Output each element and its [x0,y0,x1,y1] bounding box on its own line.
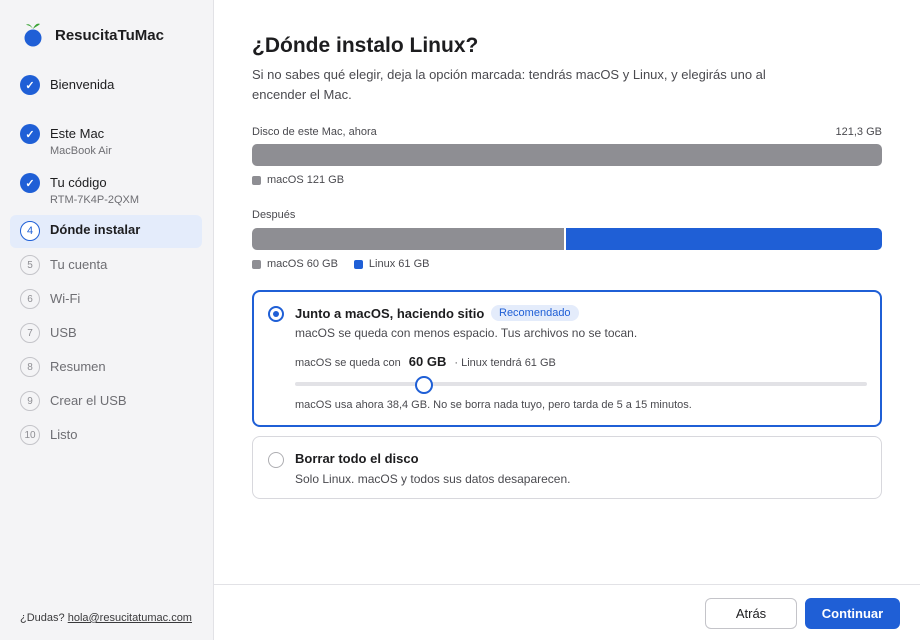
step-bienvenida[interactable]: ✓ Bienvenida [10,68,202,117]
apple-logo-icon [24,23,42,47]
step-number: 8 [20,357,40,377]
step-listo: 10 Listo [10,418,202,452]
step-number: 10 [20,425,40,445]
step-label: Bienvenida [50,77,115,92]
recommended-badge: Recomendado [491,305,579,321]
disk-after-legend: macOS 60 GB Linux 61 GB [252,258,445,270]
legend-swatch [252,259,261,269]
option-description: macOS se queda con menos espacio. Tus ar… [295,326,638,340]
step-donde-instalar[interactable]: 4 Dónde instalar [10,215,202,248]
step-resumen: 8 Resumen [10,350,202,384]
footer-bar: Atrás Continuar [214,584,920,640]
step-label: Tu código [50,175,107,190]
legend-macos: macOS 60 GB [252,258,338,270]
option-side-by-side[interactable]: Junto a macOS, haciendo sitio Recomendad… [252,290,882,427]
help-text: ¿Dudas? hola@resucitatumac.com [20,612,192,624]
legend-macos: macOS 121 GB [252,174,344,186]
step-tu-cuenta: 5 Tu cuenta [10,248,202,282]
step-number: 5 [20,255,40,275]
step-label: Wi-Fi [50,291,81,306]
disk-now-bar [252,144,882,166]
step-wifi: 6 Wi-Fi [10,282,202,316]
disk-after-header: Después [252,209,882,221]
split-suffix: · Linux tendrá 61 GB [454,357,556,369]
legend-label: macOS 60 GB [267,258,338,270]
option-description: Solo Linux. macOS y todos sus datos desa… [295,472,571,486]
option-title: Junto a macOS, haciendo sitio [295,306,485,321]
step-label: Crear el USB [50,393,127,408]
step-crear-usb: 9 Crear el USB [10,384,202,418]
legend-swatch [353,259,363,269]
option-title: Borrar todo el disco [295,451,419,466]
step-este-mac[interactable]: ✓ Este Mac MacBook Air [10,117,202,166]
legend-linux: Linux 61 GB [353,258,430,270]
size-slider-track[interactable] [295,382,867,386]
step-number: 6 [20,289,40,309]
check-icon: ✓ [20,75,40,95]
legend-label: macOS 121 GB [267,174,345,186]
page-title: ¿Dónde instalo Linux? [252,34,479,57]
radio-unselected[interactable] [268,452,284,468]
app-name: ResucitaTuMac [55,26,164,44]
disk-now-label: Disco de este Mac, ahora [252,126,377,138]
step-label: USB [50,325,77,340]
disk-after-linux-segment [564,228,882,250]
check-icon: ✓ [20,173,40,193]
option-erase-all[interactable]: Borrar todo el disco Solo Linux. macOS y… [252,436,882,499]
step-number: 9 [20,391,40,411]
step-label: Resumen [50,359,106,374]
step-label: Tu cuenta [50,257,108,272]
step-number: 4 [20,221,40,241]
sidebar: ResucitaTuMac ✓ Bienvenida ✓ Este Mac Ma… [0,0,214,640]
split-value: 60 GB [408,354,447,369]
disk-now-macos-segment [252,144,882,166]
help-prefix: ¿Dudas? [20,612,65,624]
check-icon: ✓ [20,124,40,144]
option-note: macOS usa ahora 38,4 GB. No se borra nad… [295,399,692,411]
disk-after-label: Después [252,209,296,221]
step-sublabel: MacBook Air [50,145,112,157]
radio-selected[interactable] [268,306,284,322]
step-label: Listo [50,427,78,442]
step-sublabel: RTM-7K4P-2QXM [50,194,140,206]
legend-label: Linux 61 GB [368,258,430,270]
step-list: ✓ Bienvenida ✓ Este Mac MacBook Air ✓ Tu… [10,68,202,452]
disk-total: 121,3 GB [835,126,882,138]
brand: ResucitaTuMac [22,22,164,48]
disk-now-legend: macOS 121 GB [252,174,360,186]
continue-button[interactable]: Continuar [805,598,900,629]
help-email-link[interactable]: hola@resucitatumac.com [68,612,192,624]
step-label: Este Mac [50,126,105,141]
step-tu-codigo[interactable]: ✓ Tu código RTM-7K4P-2QXM [10,166,202,215]
split-readout: macOS se queda con 60 GB · Linux tendrá … [295,354,556,369]
step-usb: 7 USB [10,316,202,350]
back-button[interactable]: Atrás [705,598,797,629]
disk-now-header: Disco de este Mac, ahora 121,3 GB [252,126,882,138]
disk-after-bar [252,228,882,250]
step-number: 7 [20,323,40,343]
page-subtitle: Si no sabes qué elegir, deja la opción m… [252,67,766,102]
size-slider-thumb[interactable] [414,376,433,394]
disk-after-macos-segment [252,228,565,250]
step-label: Dónde instalar [50,222,141,237]
main-content: ¿Dónde instalo Linux? Si no sabes qué el… [214,0,920,584]
legend-swatch [252,175,261,185]
split-prefix: macOS se queda con [295,357,401,369]
